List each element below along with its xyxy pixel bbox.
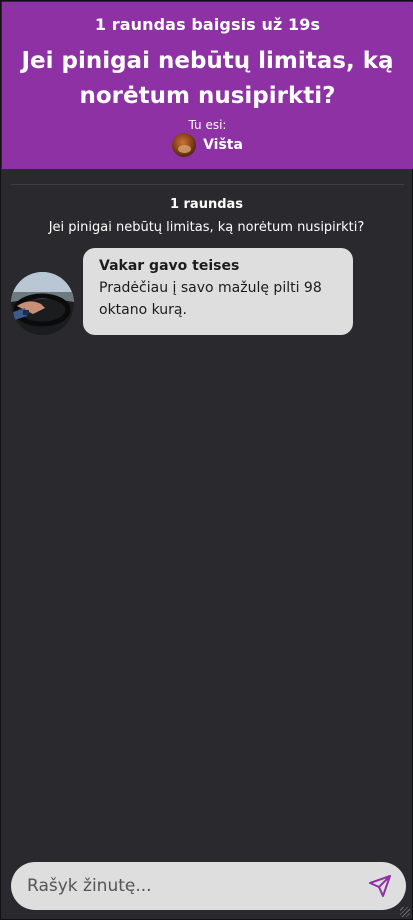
player-name: Višta [203,137,243,153]
round-header: 1 raundas baigsis už 19s Jei pinigai neb… [2,2,413,169]
round-timer: 1 raundas baigsis už 19s [94,15,321,34]
you-are-label: Tu esi: [188,118,227,132]
player-avatar [172,133,197,157]
app-window: 1 raundas baigsis už 19s Jei pinigai neb… [0,0,413,920]
player-identity: Višta [2,133,413,157]
message-avatar [11,272,74,335]
divider [11,184,404,185]
message-composer [11,862,406,910]
message-input[interactable] [27,876,347,896]
question-title: Jei pinigai nebūtų limitas, ką norėtum n… [21,48,394,109]
resize-handle[interactable] [400,907,410,917]
steering-wheel-photo [11,272,74,335]
round-label: 1 raundas [169,197,244,212]
message-bubble: Vakar gavo teises Pradėčiau į savo mažul… [83,248,353,335]
message-author: Vakar gavo teises [99,258,240,274]
send-button[interactable] [368,874,392,898]
message-text: Pradėčiau į savo mažulę pilti 98 oktano … [99,280,322,318]
round-question: Jei pinigai nebūtų limitas, ką norėtum n… [48,220,365,235]
send-icon [369,875,391,897]
